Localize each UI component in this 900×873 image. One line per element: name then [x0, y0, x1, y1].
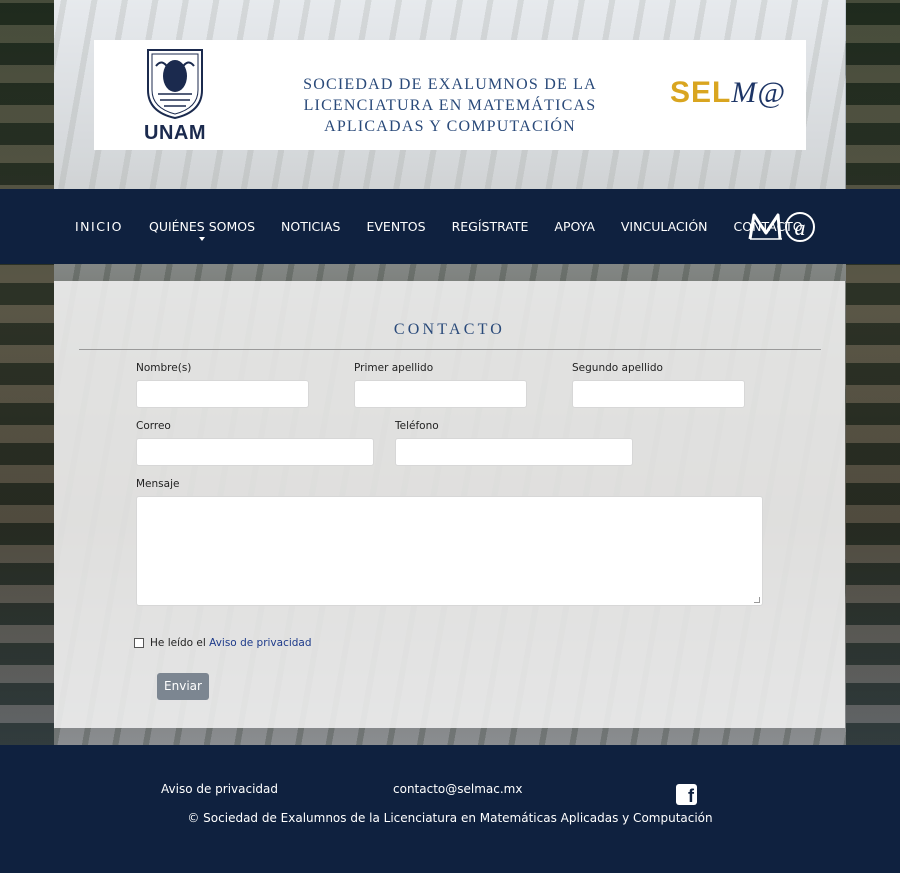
telefono-input[interactable]: [395, 438, 633, 466]
correo-label: Correo: [136, 420, 171, 432]
nav-item-apoya[interactable]: APOYA: [554, 219, 594, 234]
resize-handle-icon[interactable]: [754, 597, 760, 603]
mensaje-textarea[interactable]: [136, 496, 763, 606]
unam-logo[interactable]: UNAM: [138, 46, 212, 146]
selmac-logo[interactable]: SELM@: [670, 76, 786, 110]
nombre-input[interactable]: [136, 380, 309, 408]
footer: Aviso de privacidad contacto@selmac.mx f…: [0, 745, 900, 873]
nav-logo[interactable]: a: [748, 207, 816, 249]
footer-privacy-link[interactable]: Aviso de privacidad: [161, 782, 278, 796]
footer-email-link[interactable]: contacto@selmac.mx: [393, 782, 522, 796]
unam-shield-icon: [147, 49, 203, 120]
contact-panel: CONTACTO Nombre(s) Primer apellido Segun…: [54, 281, 845, 728]
copyright: © Sociedad de Exalumnos de la Licenciatu…: [187, 811, 713, 825]
telefono-label: Teléfono: [395, 420, 439, 432]
nav-item-quienes-somos-label: QUIÉNES SOMOS: [148, 219, 256, 234]
svg-text:a: a: [795, 215, 806, 240]
title-divider: [79, 349, 821, 350]
correo-input[interactable]: [136, 438, 374, 466]
nav-item-quienes-somos[interactable]: QUIÉNES SOMOS: [148, 219, 256, 241]
selmac-logo-sel: SEL: [670, 76, 732, 109]
header-banner: UNAM SOCIEDAD DE EXALUMNOS DE LA LICENCI…: [94, 40, 806, 150]
unam-logo-text: UNAM: [144, 122, 206, 144]
page-title: CONTACTO: [393, 321, 506, 338]
nav-item-noticias[interactable]: NOTICIAS: [281, 219, 340, 234]
privacy-prefix: He leído el: [150, 637, 206, 649]
nav-item-registrate[interactable]: REGÍSTRATE: [452, 219, 529, 234]
privacy-notice-link[interactable]: Aviso de privacidad: [209, 637, 311, 649]
nav-item-vinculacion[interactable]: VINCULACIÓN: [621, 219, 708, 234]
nombre-label: Nombre(s): [136, 362, 192, 374]
send-button[interactable]: Enviar: [157, 673, 209, 700]
background-photo-left: [0, 0, 54, 745]
society-title: SOCIEDAD DE EXALUMNOS DE LA LICENCIATURA…: [303, 76, 597, 135]
nav-items: INICIO QUIÉNES SOMOS NOTICIAS EVENTOS RE…: [75, 189, 829, 264]
primer-apellido-label: Primer apellido: [354, 362, 434, 374]
segundo-apellido-label: Segundo apellido: [572, 362, 663, 374]
caret-down-icon: [199, 237, 206, 241]
facebook-icon[interactable]: f: [676, 784, 697, 805]
selmac-logo-ma: M@: [731, 76, 786, 109]
background-photo-right: [846, 0, 900, 745]
privacy-consent: He leído el Aviso de privacidad: [150, 637, 312, 649]
primer-apellido-input[interactable]: [354, 380, 527, 408]
mensaje-label: Mensaje: [136, 478, 180, 490]
nav-item-inicio[interactable]: INICIO: [75, 219, 123, 234]
nav-item-eventos[interactable]: EVENTOS: [366, 219, 425, 234]
selmac-m-logo-icon: a: [748, 212, 815, 242]
main-nav: INICIO QUIÉNES SOMOS NOTICIAS EVENTOS RE…: [0, 189, 900, 264]
segundo-apellido-input[interactable]: [572, 380, 745, 408]
privacy-checkbox[interactable]: [134, 638, 144, 648]
